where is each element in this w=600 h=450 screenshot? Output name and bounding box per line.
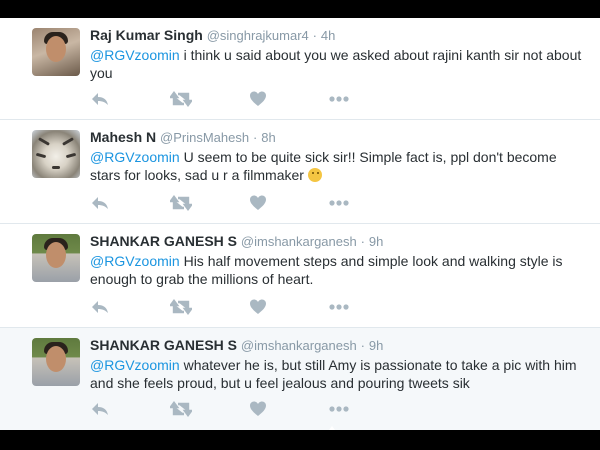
thinking-face-emoji	[307, 168, 322, 182]
user-handle[interactable]: @singhrajkumar4	[207, 28, 309, 43]
tweet-text: @RGVzoomin His half movement steps and s…	[90, 252, 590, 288]
more-dots-icon[interactable]	[328, 194, 350, 214]
avatar[interactable]	[32, 130, 80, 178]
retweet-icon[interactable]	[170, 90, 192, 110]
tweet-text: @RGVzoomin i think u said about you we a…	[90, 46, 590, 82]
separator: ·	[360, 338, 365, 353]
reply-icon[interactable]	[90, 194, 112, 214]
tweet-text: @RGVzoomin U seem to be quite sick sir!!…	[90, 148, 590, 184]
more-dots-icon[interactable]	[328, 298, 350, 318]
tweet-header: Raj Kumar Singh @singhrajkumar4 · 4h	[90, 26, 335, 45]
avatar-stripe	[35, 152, 47, 159]
avatar[interactable]	[32, 234, 80, 282]
avatar-stripe	[62, 137, 74, 146]
avatar-stripe	[38, 137, 50, 146]
like-heart-icon[interactable]	[249, 90, 271, 110]
more-dots-icon[interactable]	[328, 90, 350, 110]
mention-link[interactable]: @RGVzoomin	[90, 47, 180, 63]
timestamp[interactable]: 9h	[369, 338, 383, 353]
more-dots-icon[interactable]	[328, 400, 350, 420]
tweet-header: SHANKAR GANESH S @imshankarganesh · 9h	[90, 336, 383, 355]
tweet-item[interactable]: SHANKAR GANESH S @imshankarganesh · 9h @…	[0, 328, 600, 430]
mention-link[interactable]: @RGVzoomin	[90, 253, 180, 269]
timestamp[interactable]: 9h	[369, 234, 383, 249]
tweet-item[interactable]: Raj Kumar Singh @singhrajkumar4 · 4h @RG…	[0, 18, 600, 120]
tweet-item[interactable]: Mahesh N @PrinsMahesh · 8h @RGVzoomin U …	[0, 120, 600, 224]
retweet-icon[interactable]	[170, 298, 192, 318]
tweet-header: SHANKAR GANESH S @imshankarganesh · 9h	[90, 232, 383, 251]
avatar[interactable]	[32, 28, 80, 76]
tweet-timeline: Raj Kumar Singh @singhrajkumar4 · 4h @RG…	[0, 18, 600, 430]
timestamp[interactable]: 4h	[321, 28, 335, 43]
like-heart-icon[interactable]	[249, 298, 271, 318]
like-heart-icon[interactable]	[249, 400, 271, 420]
timestamp[interactable]: 8h	[261, 130, 275, 145]
user-handle[interactable]: @imshankarganesh	[241, 234, 357, 249]
reply-icon[interactable]	[90, 298, 112, 318]
mention-link[interactable]: @RGVzoomin	[90, 357, 180, 373]
avatar-face	[46, 346, 66, 372]
avatar-stripe	[52, 166, 60, 169]
tweet-actions	[90, 90, 390, 110]
avatar[interactable]	[32, 338, 80, 386]
avatar-stripe	[65, 152, 77, 159]
bottom-caret-icon	[329, 426, 335, 430]
display-name[interactable]: Mahesh N	[90, 129, 156, 145]
retweet-icon[interactable]	[170, 194, 192, 214]
user-handle[interactable]: @imshankarganesh	[241, 338, 357, 353]
mention-link[interactable]: @RGVzoomin	[90, 149, 180, 165]
display-name[interactable]: SHANKAR GANESH S	[90, 337, 237, 353]
retweet-icon[interactable]	[170, 400, 192, 420]
reply-icon[interactable]	[90, 90, 112, 110]
user-handle[interactable]: @PrinsMahesh	[160, 130, 249, 145]
separator: ·	[252, 130, 258, 145]
reply-icon[interactable]	[90, 400, 112, 420]
avatar-face	[46, 36, 66, 62]
like-heart-icon[interactable]	[249, 194, 271, 214]
display-name[interactable]: Raj Kumar Singh	[90, 27, 203, 43]
tweet-header: Mahesh N @PrinsMahesh · 8h	[90, 128, 276, 147]
tweet-actions	[90, 400, 390, 420]
tweet-text: @RGVzoomin whatever he is, but still Amy…	[90, 356, 590, 392]
separator: ·	[360, 234, 365, 249]
tweet-actions	[90, 298, 390, 318]
display-name[interactable]: SHANKAR GANESH S	[90, 233, 237, 249]
tweet-actions	[90, 194, 390, 214]
separator: ·	[312, 28, 317, 43]
avatar-face	[46, 242, 66, 268]
tweet-item[interactable]: SHANKAR GANESH S @imshankarganesh · 9h @…	[0, 224, 600, 328]
